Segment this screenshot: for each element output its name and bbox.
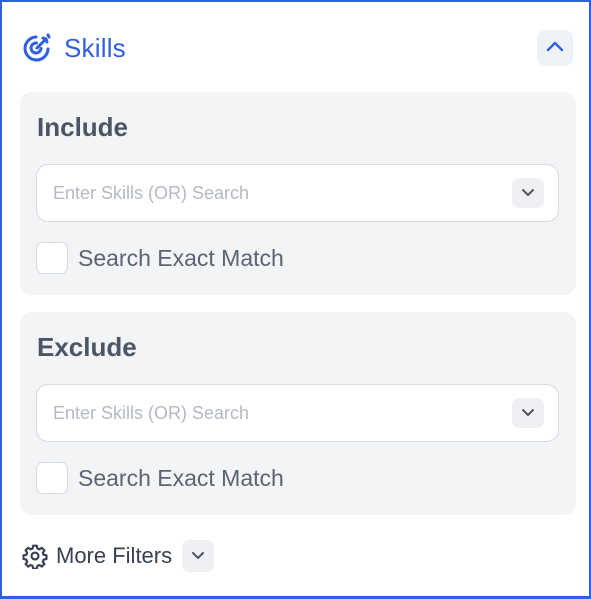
exclude-exact-match-label[interactable]: Search Exact Match <box>78 465 284 492</box>
exclude-exact-match-row[interactable]: Search Exact Match <box>36 462 284 494</box>
collapse-skills-button[interactable] <box>537 30 573 66</box>
gear-icon <box>22 543 48 569</box>
skills-filter-panel: Skills Include Enter Skills (OR) Search <box>0 0 591 599</box>
more-filters[interactable]: More Filters <box>22 540 215 572</box>
skills-header-title-group: Skills <box>20 31 126 65</box>
more-filters-toggle-button[interactable] <box>182 540 215 572</box>
include-exact-match-label[interactable]: Search Exact Match <box>78 245 284 272</box>
skills-header: Skills <box>20 29 573 67</box>
exclude-title: Exclude <box>37 332 137 362</box>
chevron-up-icon <box>546 39 564 57</box>
exclude-section: Exclude Enter Skills (OR) Search Search … <box>20 312 576 515</box>
include-title: Include <box>37 112 129 142</box>
include-exact-match-checkbox[interactable] <box>36 242 68 274</box>
skills-target-icon <box>20 31 54 65</box>
chevron-down-icon <box>521 184 535 202</box>
include-skills-input[interactable]: Enter Skills (OR) Search <box>36 164 559 222</box>
exclude-skills-input[interactable]: Enter Skills (OR) Search <box>36 384 559 442</box>
include-dropdown-button[interactable] <box>512 178 544 208</box>
exclude-skills-placeholder: Enter Skills (OR) Search <box>53 402 250 423</box>
skills-title: Skills <box>64 32 126 63</box>
exclude-exact-match-checkbox[interactable] <box>36 462 68 494</box>
include-skills-placeholder: Enter Skills (OR) Search <box>53 182 250 203</box>
chevron-down-icon <box>191 547 205 565</box>
exclude-dropdown-button[interactable] <box>512 398 544 428</box>
include-section: Include Enter Skills (OR) Search Search … <box>20 92 576 295</box>
include-exact-match-row[interactable]: Search Exact Match <box>36 242 284 274</box>
more-filters-label[interactable]: More Filters <box>56 543 172 569</box>
chevron-down-icon <box>521 404 535 422</box>
